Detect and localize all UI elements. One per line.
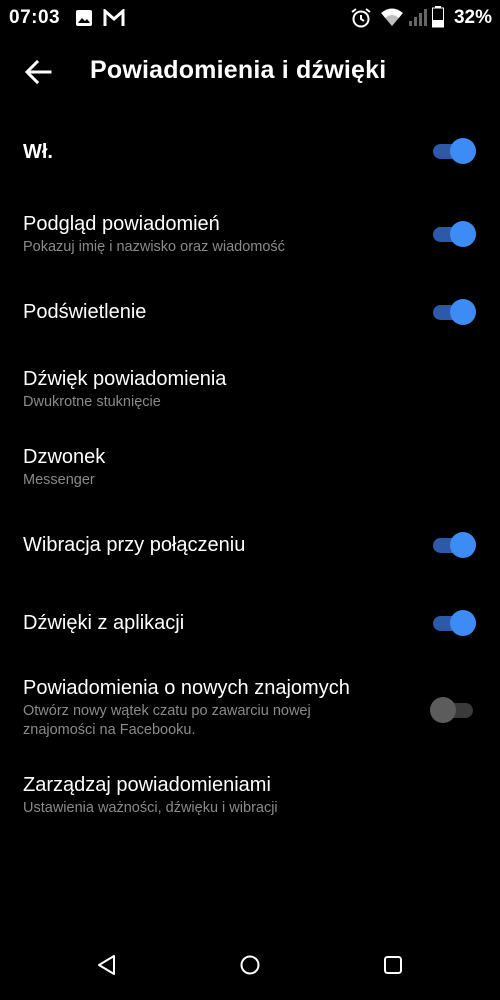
setting-row-app-sounds[interactable]: Dźwięki z aplikacji xyxy=(0,601,500,645)
page-title: Powiadomienia i dźwięki xyxy=(90,56,387,84)
nav-home-button[interactable] xyxy=(234,949,266,981)
arrow-back-icon xyxy=(24,59,52,85)
back-triangle-icon xyxy=(98,955,115,975)
image-icon xyxy=(76,10,92,26)
setting-subtitle: Messenger xyxy=(23,472,95,488)
signal-icon xyxy=(409,9,427,26)
setting-row-on[interactable]: Wł. xyxy=(0,130,500,174)
setting-row-call-vibration[interactable]: Wibracja przy połączeniu xyxy=(0,523,500,567)
back-button[interactable] xyxy=(14,50,62,94)
status-time: 07:03 xyxy=(9,7,61,28)
setting-title: Dźwięki z aplikacji xyxy=(23,612,185,634)
wifi-icon xyxy=(381,8,403,26)
home-circle-icon xyxy=(240,955,260,975)
setting-row-new-friends[interactable]: Powiadomienia o nowych znajomych Otwórz … xyxy=(0,676,500,746)
setting-title: Dźwięk powiadomienia xyxy=(23,368,227,390)
battery-percent: 32% xyxy=(453,7,492,28)
setting-subtitle: Otwórz nowy wątek czatu po zawarciu nowe… xyxy=(23,703,311,738)
setting-subtitle: Dwukrotne stuknięcie xyxy=(23,394,161,410)
setting-title: Wibracja przy połączeniu xyxy=(23,534,246,556)
setting-row-ringtone[interactable]: Dzwonek Messenger xyxy=(0,444,500,500)
setting-row-preview[interactable]: Podgląd powiadomień Pokazuj imię i nazwi… xyxy=(0,210,500,266)
setting-title: Wł. xyxy=(23,141,53,163)
nav-back-button[interactable] xyxy=(91,949,123,981)
setting-row-backlight[interactable]: Podświetlenie xyxy=(0,290,500,334)
setting-row-manage-notifications[interactable]: Zarządzaj powiadomieniami Ustawienia waż… xyxy=(0,772,500,828)
setting-title: Zarządzaj powiadomieniami xyxy=(23,774,271,796)
toggle-on[interactable] xyxy=(431,137,477,165)
toggle-preview[interactable] xyxy=(431,220,477,248)
status-bar: 07:03 32% xyxy=(0,0,500,36)
nav-recents-button[interactable] xyxy=(377,949,409,981)
setting-subtitle: Pokazuj imię i nazwisko oraz wiadomość xyxy=(23,239,285,255)
battery-icon xyxy=(432,6,444,28)
app-bar: Powiadomienia i dźwięki xyxy=(0,36,500,108)
nav-bar xyxy=(0,935,500,995)
setting-row-notification-sound[interactable]: Dźwięk powiadomienia Dwukrotne stuknięci… xyxy=(0,366,500,422)
recents-square-icon xyxy=(384,956,402,974)
gmail-icon xyxy=(103,9,125,26)
setting-title: Podgląd powiadomień xyxy=(23,213,220,235)
setting-title: Dzwonek xyxy=(23,446,106,468)
toggle-call-vibration[interactable] xyxy=(431,531,477,559)
setting-title: Powiadomienia o nowych znajomych xyxy=(23,677,350,699)
toggle-new-friends[interactable] xyxy=(430,696,477,724)
setting-subtitle: Ustawienia ważności, dźwięku i wibracji xyxy=(23,800,278,816)
alarm-icon xyxy=(351,8,371,28)
setting-title: Podświetlenie xyxy=(23,301,147,323)
toggle-backlight[interactable] xyxy=(431,298,477,326)
toggle-app-sounds[interactable] xyxy=(431,609,477,637)
